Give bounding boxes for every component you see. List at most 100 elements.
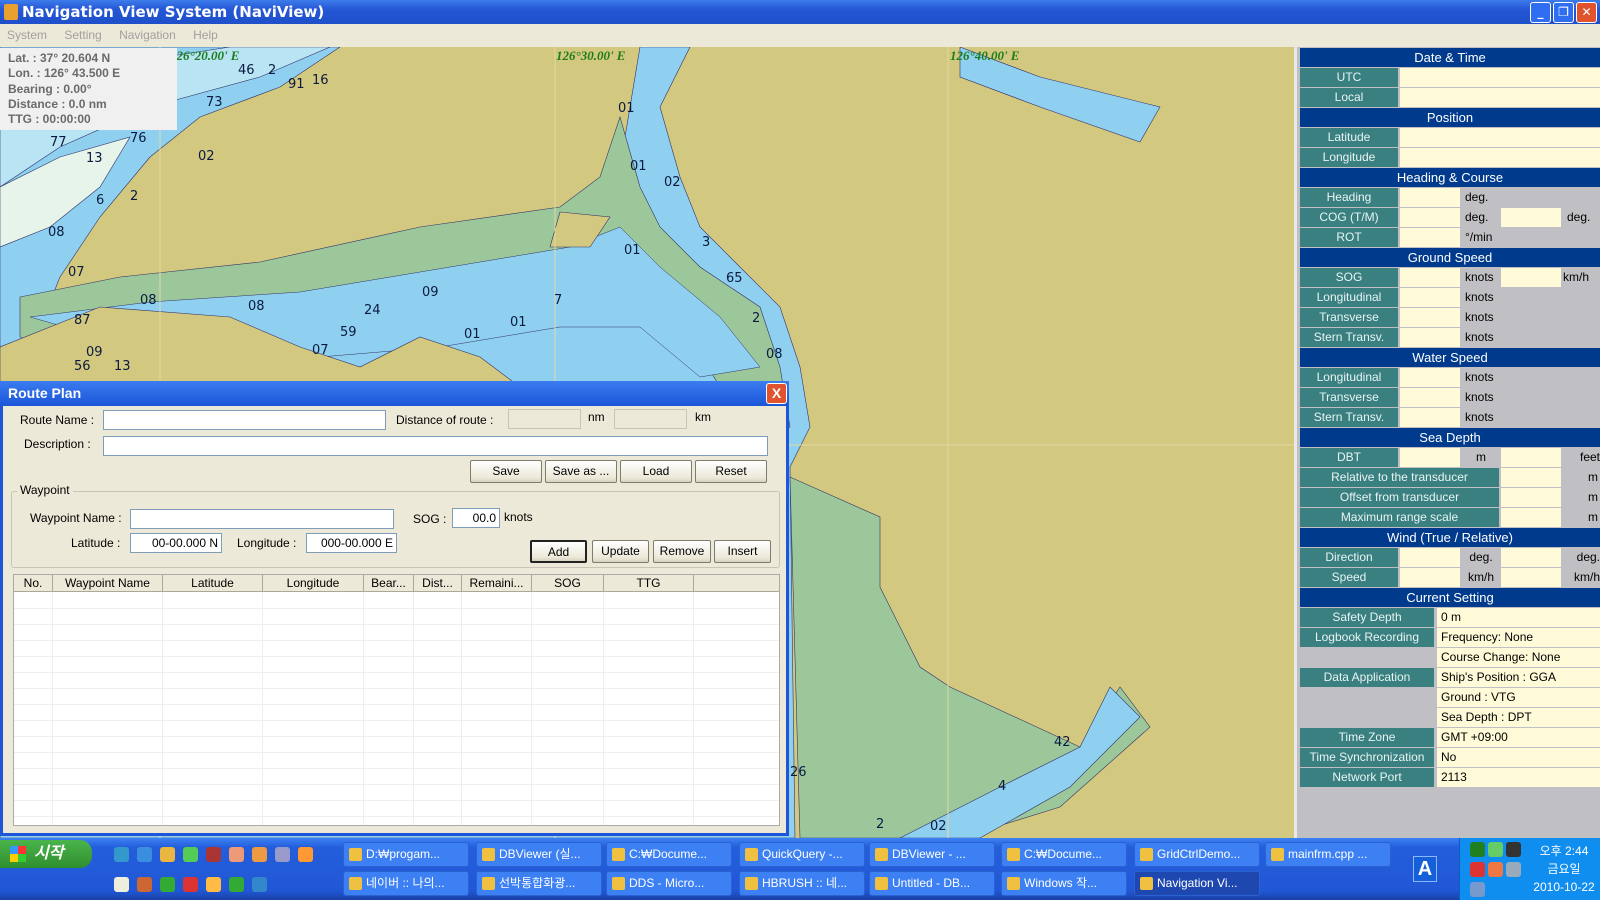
column-header[interactable]: SOG	[532, 575, 604, 592]
update-button[interactable]: Update	[592, 540, 649, 563]
app-icon	[482, 848, 495, 861]
latitude-input[interactable]: 00-00.000 N	[130, 533, 222, 553]
reset-button[interactable]: Reset	[695, 460, 767, 483]
taskbar-button[interactable]: 네이버 :: 나의...	[343, 871, 469, 896]
quick-launch-icon[interactable]	[275, 847, 290, 862]
taskbar-button-label: DBViewer (실...	[499, 847, 581, 861]
restore-button[interactable]: ❐	[1553, 2, 1574, 23]
dialog-close-button[interactable]: X	[766, 383, 787, 404]
tray-icon[interactable]	[1470, 842, 1485, 857]
quick-launch-icon[interactable]	[229, 877, 244, 892]
stern-water-value	[1400, 408, 1460, 427]
add-button[interactable]: Add	[530, 540, 587, 563]
insert-button[interactable]: Insert	[714, 540, 771, 563]
minimize-button[interactable]: _	[1530, 2, 1551, 23]
taskbar-button[interactable]: HBRUSH :: 네...	[739, 871, 865, 896]
quick-launch-icon[interactable]	[183, 847, 198, 862]
description-label: Description :	[24, 437, 91, 451]
quick-launch-icon[interactable]	[160, 877, 175, 892]
tray-icon[interactable]	[1506, 862, 1521, 877]
taskbar-button[interactable]: C:₩Docume...	[1001, 842, 1127, 867]
remove-button[interactable]: Remove	[653, 540, 711, 563]
sog-input[interactable]: 00.0	[452, 508, 500, 528]
setting-value: 0 m	[1437, 608, 1600, 627]
dialog-title-bar[interactable]: Route Plan X	[0, 381, 789, 406]
depth-sounding: 08	[48, 225, 65, 240]
menu-navigation[interactable]: Navigation	[119, 28, 176, 42]
setting-value: Sea Depth : DPT	[1437, 708, 1600, 727]
app-icon	[1140, 877, 1153, 890]
grid-line	[14, 672, 779, 673]
quick-launch-icon[interactable]	[206, 847, 221, 862]
route-name-input[interactable]	[103, 410, 386, 430]
taskbar-button[interactable]: Untitled - DB...	[869, 871, 995, 896]
menu-help[interactable]: Help	[193, 28, 218, 42]
quick-launch-icon[interactable]	[114, 877, 129, 892]
network-icon[interactable]	[1470, 882, 1485, 897]
quick-launch-icon[interactable]	[114, 847, 129, 862]
taskbar-button[interactable]: Windows 작...	[1001, 871, 1127, 896]
taskbar-button[interactable]: DBViewer (실...	[476, 842, 602, 867]
save-button[interactable]: Save	[470, 460, 542, 483]
description-input[interactable]	[103, 436, 768, 456]
quick-launch-icon[interactable]	[298, 847, 313, 862]
taskbar-button[interactable]: Navigation Vi...	[1134, 871, 1260, 896]
taskbar-button[interactable]: D:₩progam...	[343, 842, 469, 867]
grid-line	[162, 592, 163, 825]
antivirus-icon[interactable]	[1488, 842, 1503, 857]
taskbar-button[interactable]: DBViewer - ...	[869, 842, 995, 867]
taskbar-button[interactable]: C:₩Docume...	[606, 842, 732, 867]
clock[interactable]: 오후 2:44 금요일 2010-10-22	[1530, 842, 1598, 896]
column-header[interactable]: Bear...	[364, 575, 414, 592]
quick-launch-icon[interactable]	[137, 877, 152, 892]
column-header[interactable]: Dist...	[414, 575, 462, 592]
waypoint-name-input[interactable]	[130, 509, 394, 529]
wind-true-direction	[1400, 548, 1460, 567]
setting-value: Ship's Position : GGA	[1437, 668, 1600, 687]
column-header[interactable]	[694, 575, 779, 592]
taskbar-button[interactable]: QuickQuery -...	[739, 842, 865, 867]
quick-launch-icon[interactable]	[160, 847, 175, 862]
column-header[interactable]: No.	[14, 575, 53, 592]
grid-line	[14, 720, 779, 721]
dbt-m-value	[1400, 448, 1460, 467]
quick-launch-icon[interactable]	[252, 847, 267, 862]
quick-launch-icon[interactable]	[206, 877, 221, 892]
depth-sounding: 01	[464, 327, 481, 342]
cursor-longitude: Lon. : 126° 43.500 E	[8, 66, 121, 81]
close-button[interactable]: ✕	[1576, 2, 1597, 23]
save-as-button[interactable]: Save as ...	[545, 460, 617, 483]
unit-label: feet	[1579, 450, 1600, 464]
quick-launch-icon[interactable]	[229, 847, 244, 862]
depth-sounding: 65	[726, 271, 743, 286]
start-button[interactable]: 시작	[0, 840, 92, 868]
taskbar-button[interactable]: DDS - Micro...	[606, 871, 732, 896]
taskbar-button[interactable]: 선박통합화광...	[476, 871, 602, 896]
menu-setting[interactable]: Setting	[64, 28, 101, 42]
route-plan-dialog: Route Plan X Route Name : Distance of ro…	[0, 381, 789, 836]
grid-line	[413, 592, 414, 825]
depth-sounding: 09	[86, 345, 103, 360]
column-header[interactable]: Remaini...	[462, 575, 532, 592]
volume-icon[interactable]	[1506, 842, 1521, 857]
waypoint-table[interactable]: No. Waypoint Name Latitude Longitude Bear...…	[13, 574, 780, 826]
field-label: Safety Depth	[1300, 608, 1434, 627]
taskbar-button[interactable]: GridCtrlDemo...	[1134, 842, 1260, 867]
quick-launch-icon[interactable]	[252, 877, 267, 892]
depth-sounding: 02	[198, 149, 215, 164]
column-header[interactable]: Waypoint Name	[53, 575, 163, 592]
longitude-input[interactable]: 000-00.000 E	[306, 533, 397, 553]
depth-sounding: 46	[238, 63, 255, 78]
load-button[interactable]: Load	[620, 460, 692, 483]
tray-icon[interactable]	[1470, 862, 1485, 877]
menu-system[interactable]: System	[7, 28, 47, 42]
column-header[interactable]: TTG	[604, 575, 694, 592]
tray-icon[interactable]	[1488, 862, 1503, 877]
column-header[interactable]: Latitude	[163, 575, 263, 592]
quick-launch-icon[interactable]	[137, 847, 152, 862]
taskbar-button[interactable]: mainfrm.cpp ...	[1265, 842, 1391, 867]
column-header[interactable]: Longitude	[263, 575, 364, 592]
language-indicator[interactable]: A	[1413, 856, 1437, 882]
quick-launch-icon[interactable]	[183, 877, 198, 892]
field-label: Network Port	[1300, 768, 1434, 787]
